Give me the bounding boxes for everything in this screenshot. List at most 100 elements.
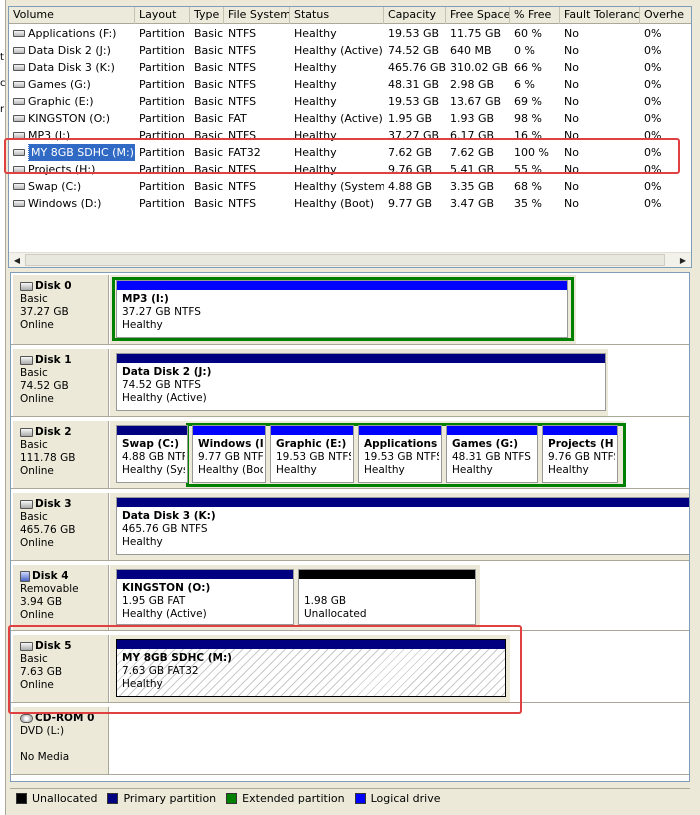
cell-overhead: 0% [644,61,662,74]
cell-free-space: 11.75 GB [450,27,502,40]
disk-state: Online [20,319,54,331]
partition-block[interactable]: Games (G:) 48.31 GB NTFS Healthy [446,425,538,483]
disk-graphical-view: Disk 0 Basic 37.27 GB Online MP3 (I:) 37.27 G… [10,272,690,782]
cell-layout: Partition [139,112,185,125]
scroll-right-arrow-icon[interactable]: ▶ [676,254,690,267]
partition-block[interactable]: Swap (C:) 4.88 GB NTF Healthy (Sys [116,425,188,483]
partition-status: Healthy [122,536,163,548]
column-header-volume[interactable]: Volume [9,7,135,24]
volume-row[interactable]: Graphic (E:) Partition Basic NTFS Healthy 19.… [9,93,691,110]
partition-info: MY 8GB SDHC (M:) 7.63 GB FAT32 Healthy [122,652,503,691]
column-header-type[interactable]: Type [190,7,224,24]
cell-volume-name: KINGSTON (O:) [9,110,135,127]
disk-label[interactable]: CD-ROM 0 DVD (L:) No Media [13,707,109,775]
cell-free-space: 7.62 GB [450,146,495,159]
cell-status: Healthy [294,27,337,40]
cell-overhead: 0% [644,146,662,159]
cell-fault-tolerance: No [564,163,579,176]
column-header-file-system[interactable]: File System [224,7,290,24]
cell-layout: Partition [139,78,185,91]
partition-info: Projects (H 9.76 GB NTFS Healthy [548,438,615,477]
cell-fault-tolerance: No [564,146,579,159]
column-header-layout[interactable]: Layout [135,7,190,24]
cell-free-space: 3.35 GB [450,180,495,193]
column-header-percent-free[interactable]: % Free [510,7,560,24]
volume-row[interactable]: Games (G:) Partition Basic NTFS Healthy 48.31… [9,76,691,93]
volume-row[interactable]: Windows (D:) Partition Basic NTFS Healthy (B… [9,195,691,212]
cell-file-system: NTFS [228,129,257,142]
partition-detail: 37.27 GB NTFS [122,306,201,318]
column-header-free-space[interactable]: Free Space [446,7,510,24]
volume-row[interactable]: MY 8GB SDHC (M:) Partition Basic FAT32 Healt… [9,144,691,161]
partition-block[interactable]: MY 8GB SDHC (M:) 7.63 GB FAT32 Healthy [116,639,506,697]
partition-type-bar [447,426,537,435]
volume-row[interactable]: Swap (C:) Partition Basic NTFS Healthy (Syst… [9,178,691,195]
partition-block[interactable]: Data Disk 3 (K:) 465.76 GB NTFS Healthy [116,497,689,555]
column-header-overhead[interactable]: Overhe [640,7,691,24]
disk-row-separator [11,344,689,345]
partition-block[interactable]: Windows (I 9.77 GB NTF Healthy (Boo [192,425,266,483]
scrollbar-thumb[interactable] [25,254,665,266]
partition-type-bar [193,426,265,435]
partition-detail: 48.31 GB NTFS [452,451,531,463]
volume-name-text: KINGSTON (O:) [28,112,111,125]
disk-name: Disk 0 [20,280,108,293]
volume-row[interactable]: KINGSTON (O:) Partition Basic FAT Healthy (A… [9,110,691,127]
partition-type-bar [271,426,353,435]
cell-type: Basic [194,61,224,74]
volume-row[interactable]: Data Disk 3 (K:) Partition Basic NTFS Health… [9,59,691,76]
disk-label[interactable]: Disk 2 Basic 111.78 GB Online [13,421,109,489]
volume-list[interactable]: Volume Layout Type File System Status Ca… [8,6,692,268]
volume-name-text: Data Disk 3 (K:) [28,61,115,74]
horizontal-scrollbar[interactable]: ◀ ▶ [9,252,691,267]
cell-layout: Partition [139,27,185,40]
cell-type: Basic [194,44,224,57]
volume-row[interactable]: Applications (F:) Partition Basic NTFS Healt… [9,25,691,42]
disk-label[interactable]: Disk 4 Removable 3.94 GB Online [13,565,109,631]
disk-kind: Basic [20,511,48,523]
partition-block[interactable]: MP3 (I:) 37.27 GB NTFS Healthy [116,280,568,338]
volume-row[interactable]: MP3 (I:) Partition Basic NTFS Healthy 37.27 G… [9,127,691,144]
cell-file-system: NTFS [228,95,257,108]
disk-label[interactable]: Disk 0 Basic 37.27 GB Online [13,275,109,345]
partition-detail: 4.88 GB NTF [122,451,185,463]
disk-partition-area: KINGSTON (O:) 1.95 GB FAT Healthy (Active)… [110,565,480,631]
partition-block[interactable]: Data Disk 2 (J:) 74.52 GB NTFS Healthy (Ac… [116,353,606,411]
disk-size: 3.94 GB [20,596,63,608]
unallocated-space[interactable]: 1.98 GB Unallocated [298,569,476,625]
partition-type-bar [117,426,187,435]
column-header-status[interactable]: Status [290,7,384,24]
cell-percent-free: 66 % [514,61,542,74]
cell-free-space: 2.98 GB [450,78,495,91]
disk-label[interactable]: Disk 1 Basic 74.52 GB Online [13,349,109,417]
hard-disk-icon [20,356,33,365]
volume-row[interactable]: Projects (H:) Partition Basic NTFS Healthy 9.… [9,161,691,178]
volume-drive-icon [13,47,25,54]
legend-label: Unallocated [32,792,98,805]
partition-block[interactable]: Graphic (E:) 19.53 GB NTFS Healthy [270,425,354,483]
scroll-left-arrow-icon[interactable]: ◀ [10,254,24,267]
partition-title: Data Disk 3 (K:) [122,510,216,522]
partition-info: 1.98 GB Unallocated [304,582,473,621]
partition-title: Windows (I [198,438,263,450]
cell-free-space: 6.17 GB [450,129,495,142]
partition-status: Unallocated [304,608,367,620]
cell-fault-tolerance: No [564,61,579,74]
cell-percent-free: 6 % [514,78,535,91]
cell-overhead: 0% [644,112,662,125]
disk-label[interactable]: Disk 5 Basic 7.63 GB Online [13,635,109,703]
cell-capacity: 7.62 GB [388,146,433,159]
cell-status: Healthy [294,78,337,91]
partition-type-bar [543,426,617,435]
column-header-fault-tolerance[interactable]: Fault Tolerance [560,7,640,24]
partition-block[interactable]: Applications 19.53 GB NTFS Healthy [358,425,442,483]
partition-block[interactable]: KINGSTON (O:) 1.95 GB FAT Healthy (Active) [116,569,294,625]
cell-percent-free: 100 % [514,146,549,159]
cell-overhead: 0% [644,180,662,193]
column-header-capacity[interactable]: Capacity [384,7,446,24]
volume-row[interactable]: Data Disk 2 (J:) Partition Basic NTFS Health… [9,42,691,59]
cell-capacity: 4.88 GB [388,180,433,193]
partition-block[interactable]: Projects (H 9.76 GB NTFS Healthy [542,425,618,483]
disk-name-text: Disk 4 [32,570,69,582]
disk-label[interactable]: Disk 3 Basic 465.76 GB Online [13,493,109,561]
